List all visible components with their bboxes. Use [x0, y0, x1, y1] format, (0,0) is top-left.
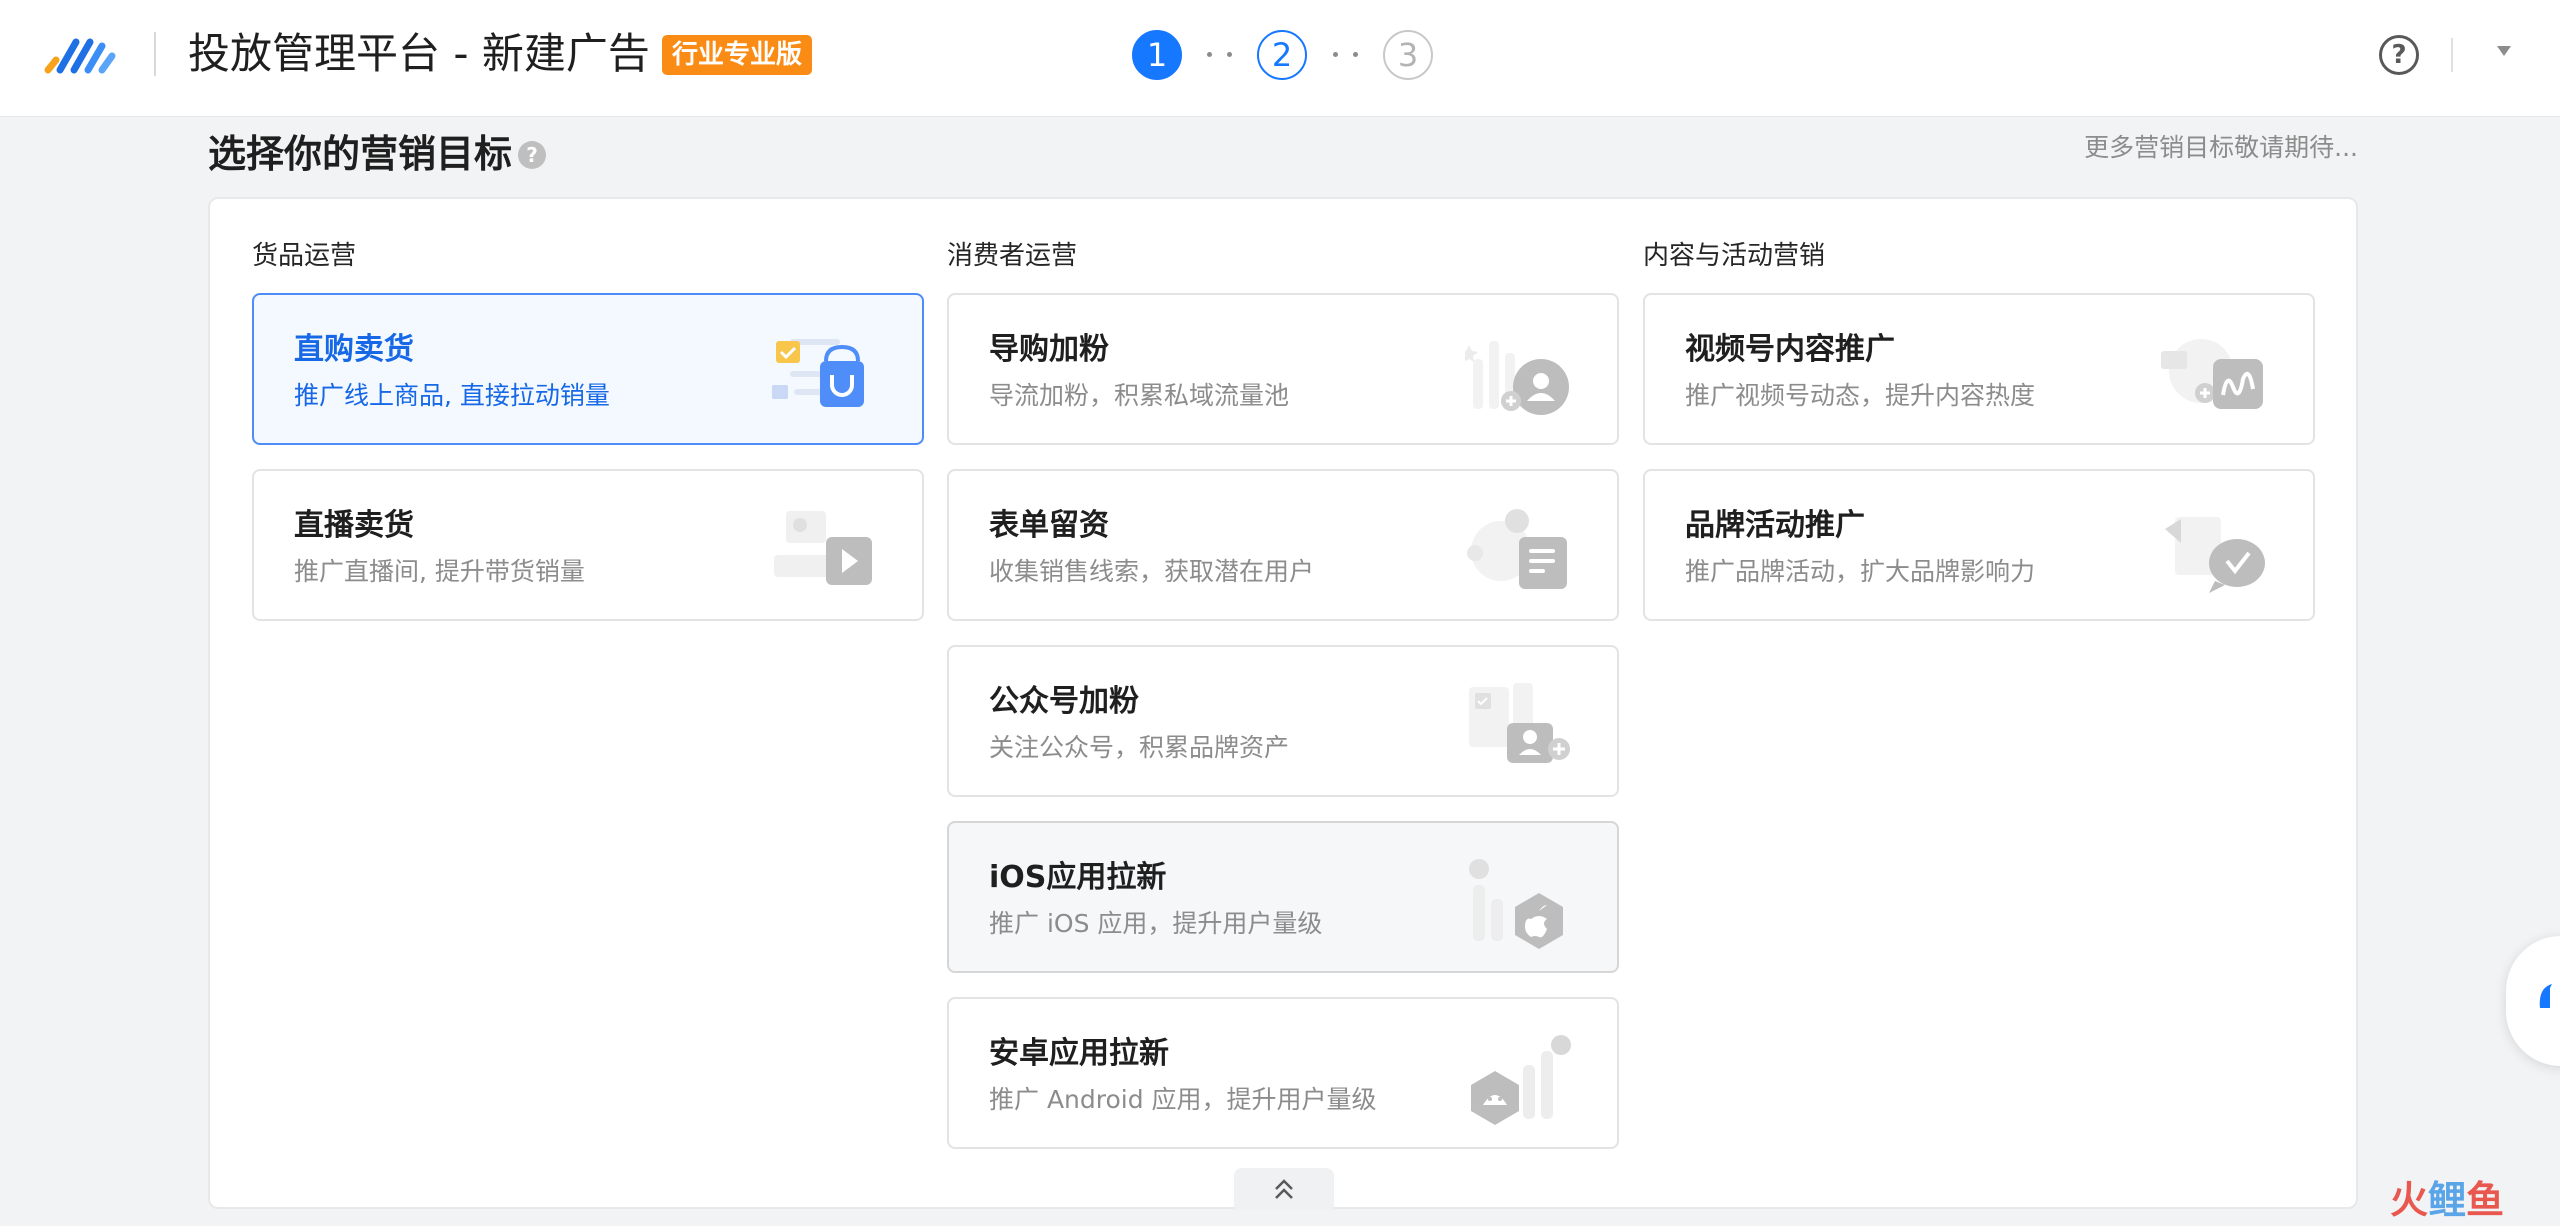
step-connector — [1203, 52, 1243, 58]
card-desc: 导流加粉，积累私域流量池 — [989, 381, 1290, 410]
goal-card-direct-sale[interactable]: 直购卖货 推广线上商品, 直接拉动销量 — [252, 293, 924, 445]
android-icon — [1471, 1035, 1571, 1125]
goal-card-brand-activity[interactable]: 品牌活动推广 推广品牌活动，扩大品牌影响力 — [1643, 469, 2315, 621]
step-2[interactable]: 2 — [1257, 30, 1307, 80]
goal-card-android-app[interactable]: 安卓应用拉新 推广 Android 应用，提升用户量级 — [947, 997, 1619, 1149]
goal-card-ios-app[interactable]: iOS应用拉新 推广 iOS 应用，提升用户量级 — [947, 821, 1619, 973]
add-user-icon — [1465, 341, 1569, 415]
card-desc: 推广线上商品, 直接拉动销量 — [294, 381, 610, 410]
card-desc: 关注公众号，积累品牌资产 — [989, 733, 1290, 762]
app-logo-icon[interactable] — [42, 30, 120, 78]
apple-icon — [1469, 859, 1563, 949]
column-title-consumer: 消费者运营 — [947, 241, 1078, 271]
follow-account-icon — [1469, 683, 1570, 763]
double-chevron-up-icon — [1275, 1179, 1293, 1199]
shopping-bag-icon — [772, 339, 864, 407]
header-divider — [154, 32, 156, 76]
goal-card-video-channel[interactable]: 视频号内容推广 推广视频号动态，提升内容热度 — [1643, 293, 2315, 445]
card-title: iOS应用拉新 — [989, 860, 1167, 895]
brand-activity-icon — [2165, 517, 2265, 593]
card-title: 视频号内容推广 — [1685, 332, 1895, 367]
live-play-icon — [774, 511, 872, 585]
edition-badge: 行业专业版 — [662, 35, 813, 75]
collapse-button[interactable] — [1234, 1168, 1334, 1210]
card-desc: 推广 Android 应用，提升用户量级 — [989, 1085, 1377, 1114]
headset-icon — [2539, 984, 2552, 1008]
card-title: 公众号加粉 — [989, 684, 1139, 719]
step-1[interactable]: 1 — [1132, 30, 1182, 80]
form-icon — [1467, 509, 1567, 589]
goal-card-lead-form[interactable]: 表单留资 收集销售线索，获取潜在用户 — [947, 469, 1619, 621]
card-desc: 推广直播间, 提升带货销量 — [294, 557, 585, 586]
section-title: 选择你的营销目标 — [208, 132, 513, 176]
card-title: 品牌活动推广 — [1685, 508, 1865, 543]
column-title-goods: 货品运营 — [252, 241, 357, 271]
card-title: 直购卖货 — [294, 332, 414, 367]
card-desc: 推广品牌活动，扩大品牌影响力 — [1685, 557, 2036, 586]
step-connector — [1329, 52, 1369, 58]
chevron-down-icon[interactable] — [2497, 46, 2511, 56]
card-desc: 推广视频号动态，提升内容热度 — [1685, 381, 2036, 410]
card-desc: 推广 iOS 应用，提升用户量级 — [989, 909, 1323, 938]
video-channel-icon — [2161, 339, 2263, 409]
card-title: 表单留资 — [989, 508, 1109, 543]
column-title-content: 内容与活动营销 — [1643, 241, 1826, 271]
page-title: 投放管理平台 - 新建广告 — [188, 29, 650, 78]
card-title: 导购加粉 — [989, 332, 1109, 367]
step-3[interactable]: 3 — [1383, 30, 1433, 80]
help-icon[interactable]: ? — [2379, 35, 2419, 75]
goal-card-live-sale[interactable]: 直播卖货 推广直播间, 提升带货销量 — [252, 469, 924, 621]
goal-card-official-account[interactable]: 公众号加粉 关注公众号，积累品牌资产 — [947, 645, 1619, 797]
top-bar: 投放管理平台 - 新建广告 行业专业版 1 2 3 ? — [0, 0, 2560, 117]
goal-card-add-fans[interactable]: 导购加粉 导流加粉，积累私域流量池 — [947, 293, 1619, 445]
card-title: 直播卖货 — [294, 508, 414, 543]
card-desc: 收集销售线索，获取潜在用户 — [989, 557, 1315, 586]
floating-assistant-button[interactable] — [2506, 936, 2560, 1066]
header-divider — [2451, 38, 2453, 72]
watermark-logo: 火鲤鱼 — [2390, 1178, 2505, 1222]
card-title: 安卓应用拉新 — [989, 1036, 1169, 1071]
question-icon[interactable]: ? — [518, 141, 546, 169]
more-goals-text: 更多营销目标敬请期待... — [2084, 133, 2358, 162]
